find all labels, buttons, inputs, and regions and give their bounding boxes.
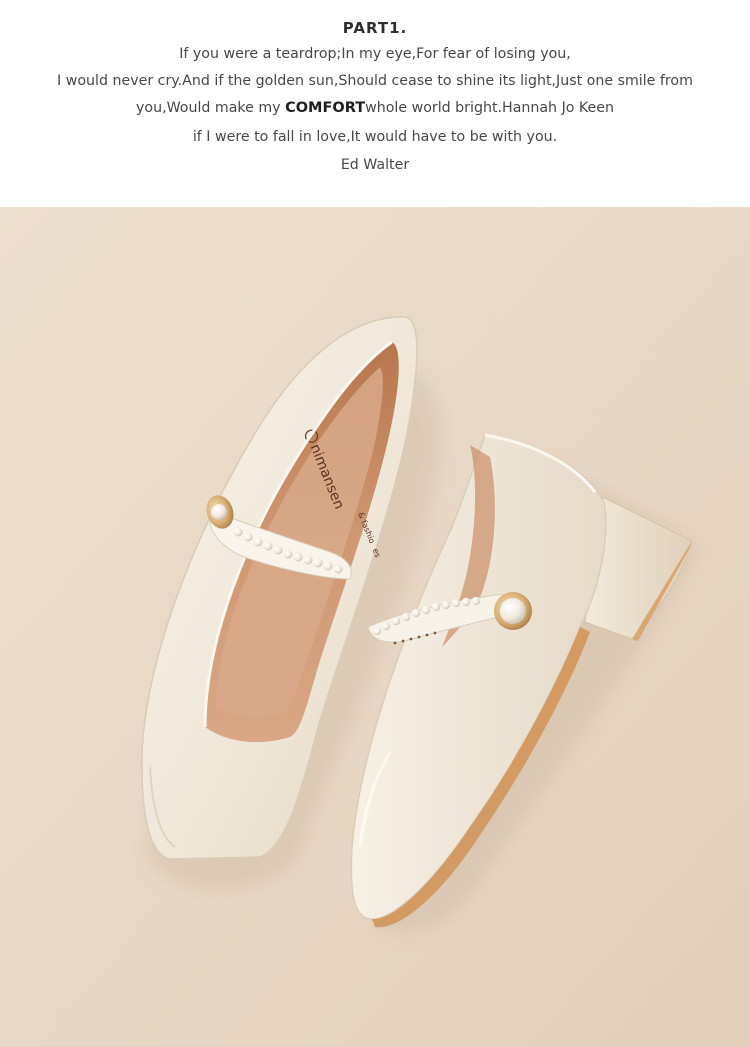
poem-line-3-start: you,Would make my [136, 100, 286, 116]
poem-text-section: PART1. If you were a teardrop;In my eye,… [0, 0, 750, 207]
product-detail-page: PART1. If you were a teardrop;In my eye,… [0, 0, 750, 1047]
poem-line-3: you,Would make my COMFORTwhole world bri… [0, 100, 750, 116]
shoes-illustration: nimansen & fashio es [0, 207, 750, 1047]
poem-author: Ed Walter [340, 157, 410, 173]
poem-line-3-end: whole world bright.Hannah Jo Keen [365, 100, 614, 116]
poem-line-1: If you were a teardrop;In my eye,For fea… [179, 46, 571, 62]
comfort-emphasis: COMFORT [285, 100, 366, 116]
poem-line-2: I would never cry.And if the golden sun,… [57, 73, 693, 89]
poem-line-4: if I were to fall in love,It would have … [192, 129, 558, 145]
right-buckle [494, 592, 532, 630]
section-heading: PART1. [342, 19, 408, 37]
product-photo: nimansen & fashio es [0, 207, 750, 1047]
